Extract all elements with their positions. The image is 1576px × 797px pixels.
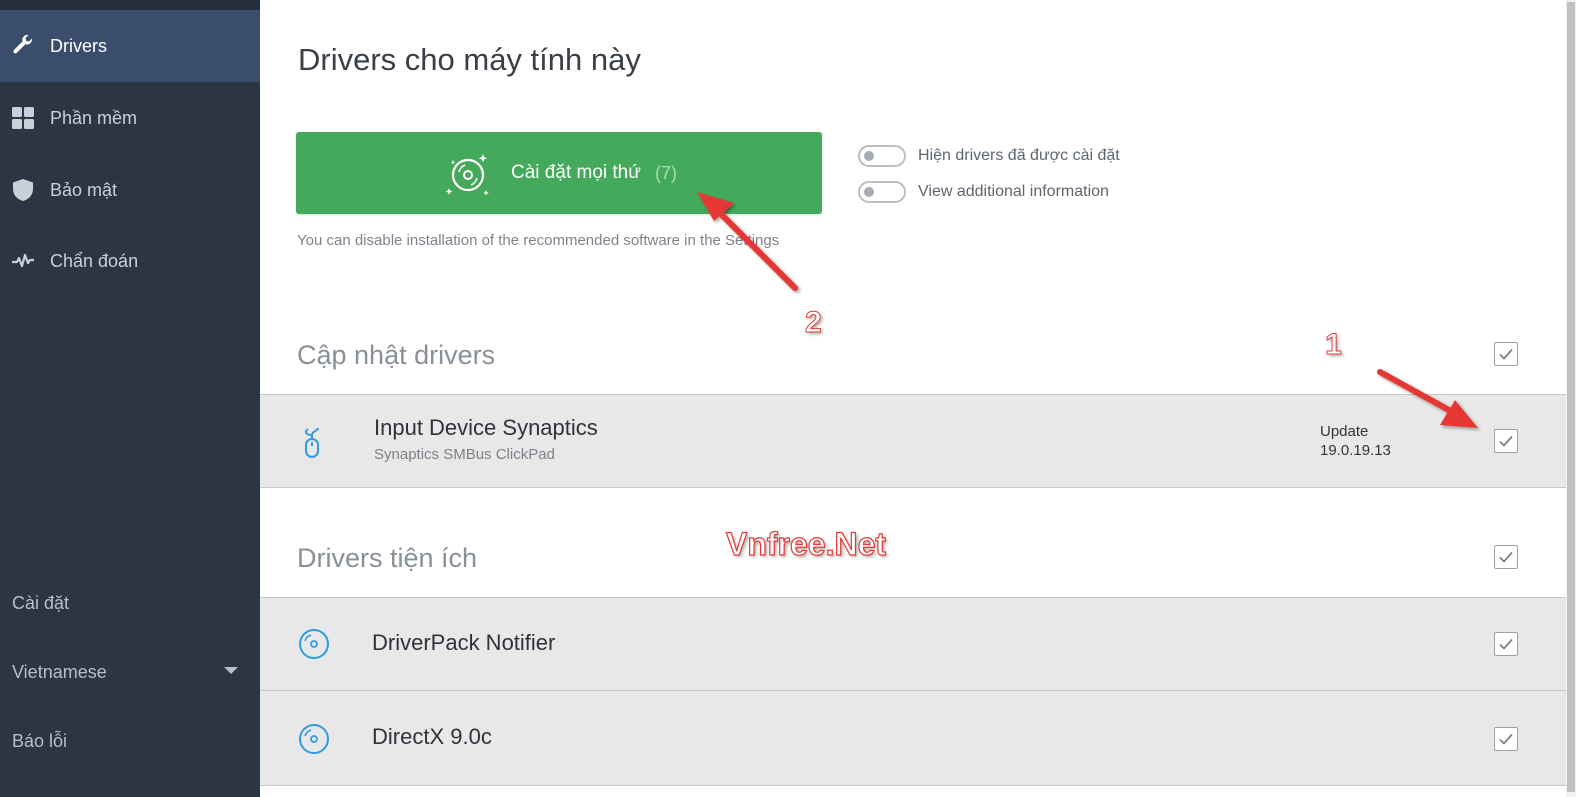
driver-name: DirectX 9.0c xyxy=(372,724,492,749)
row-checkbox[interactable] xyxy=(1494,632,1518,656)
settings-hint: You can disable installation of the reco… xyxy=(297,232,780,249)
driver-subtitle: Synaptics SMBus ClickPad xyxy=(374,446,555,463)
toggle-knob xyxy=(864,151,874,161)
row-checkbox[interactable] xyxy=(1494,727,1518,751)
driver-name: DriverPack Notifier xyxy=(372,630,556,655)
sidebar-item-drivers[interactable]: Drivers xyxy=(0,10,260,82)
sidebar: Drivers Phần mềm Bảo mật Chẩn đoán Cài đ… xyxy=(0,0,260,797)
annotation-label-2: 2 xyxy=(805,306,823,340)
check-icon xyxy=(1499,733,1513,745)
section-checkbox-utility-drivers[interactable] xyxy=(1494,545,1518,569)
grid-icon xyxy=(10,105,36,131)
driver-update-info: Update 19.0.19.13 xyxy=(1320,422,1391,460)
check-icon xyxy=(1499,638,1513,650)
toggle-switch[interactable] xyxy=(858,181,906,203)
driver-row-synaptics[interactable]: Input Device Synaptics Synaptics SMBus C… xyxy=(260,394,1566,488)
shield-icon xyxy=(10,177,36,203)
report-bug-link[interactable]: Báo lỗi xyxy=(12,731,67,752)
sidebar-item-label: Drivers xyxy=(50,35,107,56)
page-title: Drivers cho máy tính này xyxy=(298,42,641,77)
row-checkbox[interactable] xyxy=(1494,429,1518,453)
toggle-label: Hiện drivers đã được cài đặt xyxy=(918,147,1120,164)
toggle-label: View additional information xyxy=(918,183,1109,200)
install-all-label: Cài đặt mọi thứ xyxy=(511,162,641,183)
app-window: Drivers Phần mềm Bảo mật Chẩn đoán Cài đ… xyxy=(0,0,1576,797)
checkbox[interactable] xyxy=(1494,727,1518,751)
settings-link[interactable]: Cài đặt xyxy=(12,593,69,614)
watermark-text: Vnfree.Net xyxy=(725,525,887,562)
checkbox[interactable] xyxy=(1494,342,1518,366)
mouse-icon xyxy=(304,427,319,458)
driver-row-notifier[interactable]: DriverPack Notifier xyxy=(260,597,1566,691)
sidebar-item-diagnostics[interactable]: Chẩn đoán xyxy=(0,225,260,297)
toggle-switch[interactable] xyxy=(858,145,906,167)
disc-sparkle-icon xyxy=(445,154,489,196)
sidebar-item-label: Chẩn đoán xyxy=(50,250,139,271)
update-status: Update xyxy=(1320,423,1369,440)
scrollbar-thumb[interactable] xyxy=(1567,2,1575,792)
toggle-knob xyxy=(864,187,874,197)
install-count: (7) xyxy=(654,162,677,183)
update-version: 19.0.19.13 xyxy=(1320,442,1391,459)
checkbox[interactable] xyxy=(1494,545,1518,569)
main-content: Drivers cho máy tính này Cài đặt mọi thứ… xyxy=(260,0,1566,797)
driver-row-directx[interactable]: DirectX 9.0c xyxy=(260,690,1566,786)
toggle-show-installed[interactable]: Hiện drivers đã được cài đặt xyxy=(858,145,1120,167)
section-title-utility-drivers: Drivers tiện ích xyxy=(297,543,478,573)
disc-icon xyxy=(299,724,329,754)
section-checkbox-driver-updates[interactable] xyxy=(1494,342,1518,366)
wrench-icon xyxy=(10,33,36,59)
install-all-button[interactable]: Cài đặt mọi thứ (7) xyxy=(296,132,822,214)
check-icon xyxy=(1499,551,1513,563)
disc-icon xyxy=(299,629,329,659)
chevron-down-icon[interactable] xyxy=(224,667,238,674)
annotation-label-1: 1 xyxy=(1325,328,1343,362)
sidebar-item-security[interactable]: Bảo mật xyxy=(0,154,260,226)
pulse-icon xyxy=(10,248,36,274)
sidebar-item-software[interactable]: Phần mềm xyxy=(0,82,260,154)
checkbox[interactable] xyxy=(1494,632,1518,656)
language-select[interactable]: Vietnamese xyxy=(12,662,107,683)
sidebar-item-label: Bảo mật xyxy=(50,179,118,200)
driver-name: Input Device Synaptics xyxy=(374,415,598,440)
checkbox[interactable] xyxy=(1494,429,1518,453)
scrollbar[interactable] xyxy=(1566,0,1576,797)
check-icon xyxy=(1499,435,1513,447)
section-title-driver-updates: Cập nhật drivers xyxy=(297,340,496,370)
sidebar-item-label: Phần mềm xyxy=(50,107,138,128)
toggle-additional-info[interactable]: View additional information xyxy=(858,181,1109,203)
check-icon xyxy=(1499,348,1513,360)
